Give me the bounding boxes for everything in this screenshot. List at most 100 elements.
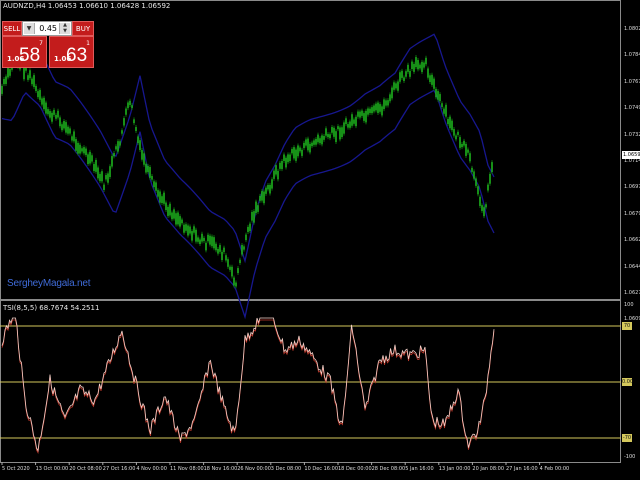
candle-body xyxy=(405,71,407,77)
candle-body xyxy=(403,77,405,82)
axis-ticks xyxy=(1,462,541,465)
candle-body xyxy=(149,166,151,178)
candle-body xyxy=(483,207,485,217)
candle-body xyxy=(279,162,281,169)
candle-body xyxy=(479,196,481,206)
candle-body xyxy=(189,226,191,234)
candle-body xyxy=(137,136,139,144)
candle-body xyxy=(419,64,421,69)
buy-price-button[interactable]: 1.06 63 1 xyxy=(49,36,94,68)
buy-label-button[interactable]: BUY xyxy=(72,21,94,36)
sell-price-button[interactable]: 1.06 58 7 xyxy=(2,36,47,68)
candle-body xyxy=(175,213,177,225)
candle-body xyxy=(127,102,129,109)
candle-body xyxy=(451,120,453,131)
candle-body xyxy=(9,69,11,76)
candle-body xyxy=(487,184,489,191)
candle-body xyxy=(453,129,455,136)
candle-body xyxy=(115,146,117,150)
candle-body xyxy=(463,140,465,146)
candle-body xyxy=(475,178,477,186)
candle-body xyxy=(207,234,209,242)
candle-body xyxy=(395,83,397,89)
candle-body xyxy=(241,244,243,255)
candle-body xyxy=(467,149,469,153)
candle-body xyxy=(197,237,199,242)
candle-body xyxy=(213,237,215,249)
candle-body xyxy=(101,171,103,182)
price-tick-label: 1.06970 xyxy=(624,184,640,191)
chevron-down-icon[interactable]: ▼ xyxy=(24,23,35,34)
time-tick-label: 28 Dec 08:00 xyxy=(371,466,406,472)
candle-body xyxy=(433,78,435,89)
candle-body xyxy=(439,94,441,102)
candle-body xyxy=(401,70,403,78)
candle-body xyxy=(57,110,59,118)
spinner-arrows-icon[interactable]: ▲ ▼ xyxy=(59,22,70,34)
candle-body xyxy=(211,236,213,247)
candle-body xyxy=(459,137,461,148)
candle-body xyxy=(381,106,383,116)
candle-body xyxy=(163,192,165,204)
candle-body xyxy=(311,142,313,147)
candle-body xyxy=(221,251,223,260)
candle-body xyxy=(227,259,229,267)
candle-body xyxy=(261,191,263,201)
candle-body xyxy=(397,81,399,91)
candle-body xyxy=(413,63,415,72)
candle-body xyxy=(299,147,301,152)
candle-body xyxy=(313,140,315,145)
oscillator-levels xyxy=(0,325,621,439)
candle-body xyxy=(155,182,157,191)
candle-body xyxy=(387,100,389,106)
candle-body xyxy=(1,85,3,94)
candle-body xyxy=(277,170,279,180)
candle-body xyxy=(83,147,85,154)
candle-body xyxy=(95,159,97,172)
candle-body xyxy=(53,109,55,115)
time-tick-label: 4 Feb 00:00 xyxy=(539,466,570,472)
candle-body xyxy=(247,226,249,232)
candle-body xyxy=(23,67,25,80)
candle-body xyxy=(129,100,131,106)
candle-body xyxy=(225,255,227,261)
osc-axis-bottom: -100 xyxy=(624,454,636,460)
candle-body xyxy=(375,103,377,111)
candle-body xyxy=(421,61,423,73)
candle-body xyxy=(41,98,43,105)
candle-body xyxy=(265,187,267,194)
candle-body xyxy=(33,75,35,87)
time-tick-label: 20 Oct 08:00 xyxy=(69,466,102,472)
candle-body xyxy=(135,127,137,132)
candle-body xyxy=(99,173,101,182)
candle-body xyxy=(193,226,195,233)
candle-body xyxy=(473,171,475,179)
candle-body xyxy=(449,116,451,129)
time-tick-label: 13 Oct 00:00 xyxy=(35,466,69,472)
candle-body xyxy=(339,127,341,140)
candle-body xyxy=(489,173,491,184)
candle-body xyxy=(445,104,447,117)
sell-label-button[interactable]: SELL xyxy=(2,21,22,36)
candle-body xyxy=(3,78,5,85)
candle-body xyxy=(145,163,147,173)
candle-body xyxy=(249,223,251,232)
candle-body xyxy=(167,206,169,216)
candle-body xyxy=(219,245,221,252)
candle-body xyxy=(69,128,71,134)
candle-body xyxy=(461,144,463,148)
candle-body xyxy=(111,156,113,167)
middle-level-label: 0.00 xyxy=(622,378,634,386)
oscillator-series xyxy=(1,317,495,454)
candle-body xyxy=(143,153,145,165)
candle-body xyxy=(471,167,473,172)
lower-level-label: -70 xyxy=(622,434,632,442)
candle-body xyxy=(323,135,325,140)
candle-body xyxy=(355,116,357,127)
candle-body xyxy=(203,237,205,242)
lot-value[interactable]: 0.45 xyxy=(39,23,57,35)
candle-body xyxy=(441,103,443,108)
candle-body xyxy=(65,122,67,133)
price-tick-label: 1.06620 xyxy=(624,237,640,244)
lot-size-field[interactable]: ▼ 0.45 ▲ ▼ xyxy=(22,21,72,36)
